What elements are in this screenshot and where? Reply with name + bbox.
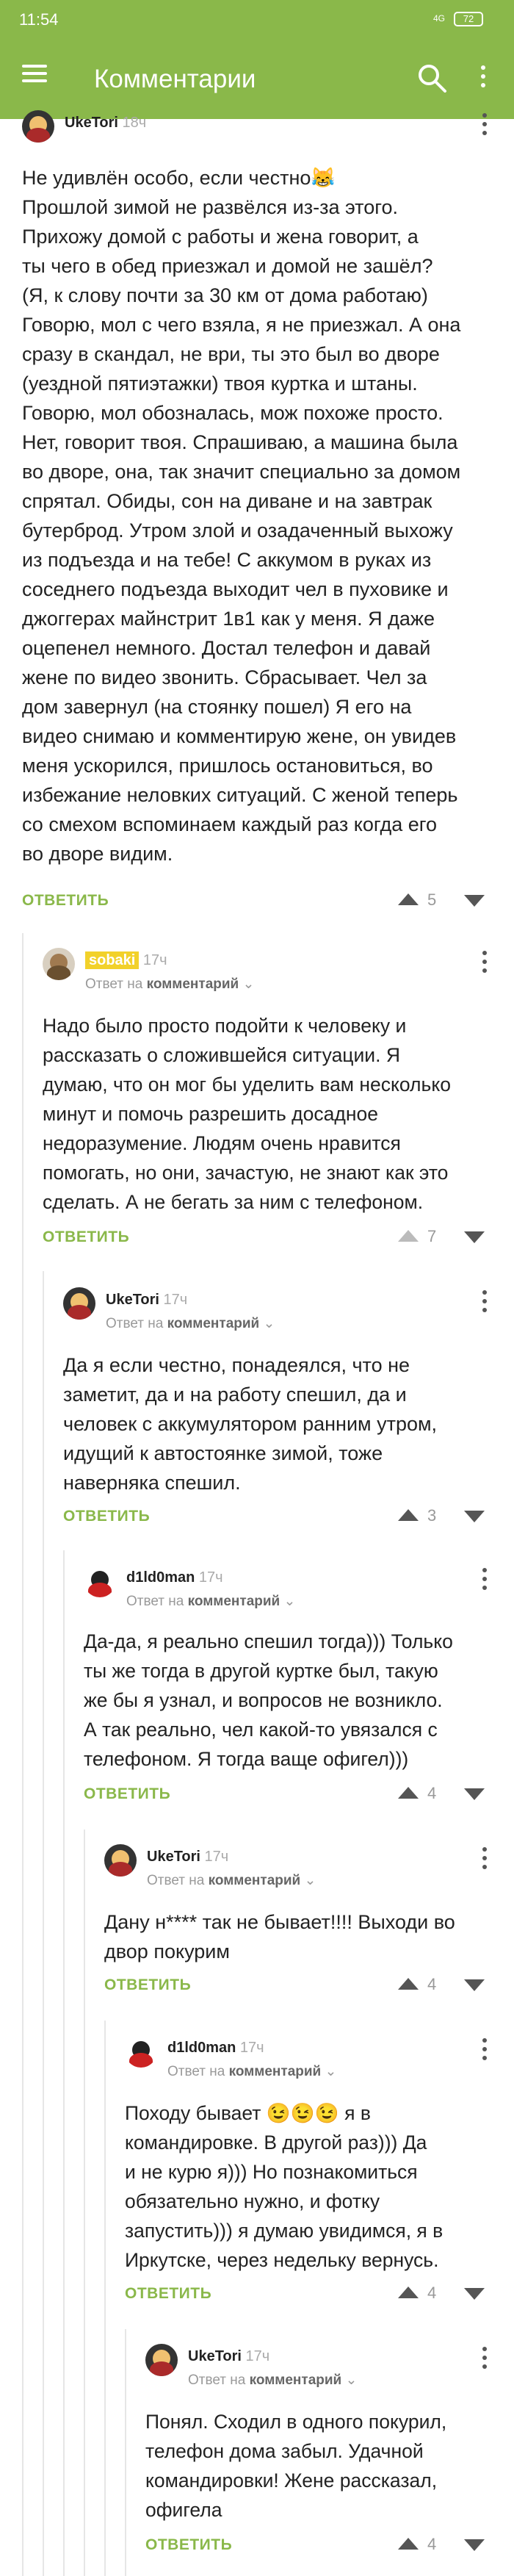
avatar[interactable] [63, 1287, 95, 1320]
comment: UkeTori 18ч Не удивлён особо, если честн… [22, 110, 492, 918]
comment-text: Дану н**** так не бывает!!!! Выходи во д… [104, 1911, 455, 1962]
comment-footer: ОТВЕТИТЬ 4 [84, 1781, 492, 1807]
comment: d1ld0man 17ч Ответ на комментарий ⌄ Да-д… [84, 1565, 492, 1815]
upvote-icon[interactable] [398, 1978, 419, 1990]
downvote-icon[interactable] [464, 2288, 485, 2300]
upvote-icon[interactable] [398, 2538, 419, 2550]
avatar[interactable] [43, 948, 75, 980]
reply-button[interactable]: ОТВЕТИТЬ [43, 1228, 129, 1246]
comment-text: Не удивлён особо, если честно😹 Прошлой з… [22, 167, 461, 865]
menu-icon[interactable] [22, 60, 54, 93]
vote-count: 4 [427, 2284, 437, 2302]
reply-to-label[interactable]: Ответ на комментарий ⌄ [106, 1315, 275, 1332]
downvote-icon[interactable] [464, 895, 485, 907]
comment-header: d1ld0man 17ч Ответ на комментарий ⌄ [84, 1565, 492, 1609]
comment-menu-icon[interactable] [477, 1847, 492, 1874]
comment-menu-icon[interactable] [477, 2347, 492, 2373]
reply-button[interactable]: ОТВЕТИТЬ [125, 2285, 211, 2303]
comment-footer: ОТВЕТИТЬ 4 [145, 2532, 492, 2558]
comment-footer: ОТВЕТИТЬ 3 [63, 1503, 492, 1530]
comment-header: d1ld0man 17ч Ответ на комментарий ⌄ [125, 2035, 492, 2079]
author-name[interactable]: sobaki 17ч [85, 951, 167, 969]
comment-header: UkeTori 17ч Ответ на комментарий ⌄ [145, 2344, 492, 2388]
vote-count: 4 [427, 2535, 437, 2553]
comment-menu-icon[interactable] [477, 951, 492, 977]
comment-text: Да я если честно, понадеялся, что не зам… [63, 1354, 438, 1494]
author-name[interactable]: UkeTori 17ч [147, 1849, 228, 1866]
comment-menu-icon[interactable] [477, 1290, 492, 1317]
comment-footer: ОТВЕТИТЬ 4 [125, 2281, 492, 2307]
reply-button[interactable]: ОТВЕТИТЬ [22, 892, 109, 910]
author-name[interactable]: d1ld0man 17ч [167, 2040, 264, 2057]
upvote-icon[interactable] [398, 1509, 419, 1521]
reply-to-label[interactable]: Ответ на комментарий ⌄ [85, 976, 254, 993]
upvote-icon[interactable] [398, 893, 419, 905]
avatar[interactable] [84, 1565, 116, 1597]
reply-button[interactable]: ОТВЕТИТЬ [63, 1508, 150, 1525]
comment-footer: ОТВЕТИТЬ 5 [22, 888, 492, 914]
avatar[interactable] [104, 1844, 137, 1877]
status-bar: 11:54 4G 72 [0, 0, 514, 37]
reply-to-label[interactable]: Ответ на комментарий ⌄ [167, 2063, 336, 2080]
comment-text: Да-да, я реально спешил тогда))) Только … [84, 1630, 453, 1770]
thread-line [125, 2329, 126, 2576]
comment-footer: ОТВЕТИТЬ 7 [43, 1224, 492, 1251]
reply-to-label[interactable]: Ответ на комментарий ⌄ [188, 2372, 357, 2389]
comment-menu-icon[interactable] [477, 2038, 492, 2065]
avatar[interactable] [125, 2035, 157, 2068]
reply-button[interactable]: ОТВЕТИТЬ [104, 1976, 191, 1994]
upvote-icon[interactable] [398, 1230, 419, 1242]
vote-count: 5 [427, 891, 437, 909]
comment: d1ld0man 17ч Ответ на комментарий ⌄ Похо… [125, 2035, 492, 2314]
reply-to-label[interactable]: Ответ на комментарий ⌄ [126, 1593, 295, 1610]
thread-line [104, 2021, 106, 2576]
downvote-icon[interactable] [464, 1979, 485, 1991]
comment-header: UkeTori 18ч [22, 110, 492, 154]
thread-line [84, 1830, 85, 2576]
reply-button[interactable]: ОТВЕТИТЬ [84, 1785, 170, 1803]
app-bar: Комментарии [0, 37, 514, 119]
search-icon[interactable] [416, 62, 448, 94]
overflow-menu-icon[interactable] [474, 63, 492, 93]
vote-count: 4 [427, 1784, 437, 1802]
vote-count: 7 [427, 1227, 437, 1245]
upvote-icon[interactable] [398, 1787, 419, 1799]
comment-menu-icon[interactable] [477, 113, 492, 140]
downvote-icon[interactable] [464, 1511, 485, 1522]
comment-text: Походу бывает 😉😉😉 я в командировке. В др… [125, 2102, 444, 2271]
comment-text: Надо было просто подойти к человеку и ра… [43, 1015, 451, 1213]
comment-text: Понял. Сходил в одного покурил, телефон … [145, 2411, 447, 2521]
status-time: 11:54 [19, 10, 59, 29]
page-title: Комментарии [94, 65, 256, 93]
avatar[interactable] [22, 110, 54, 143]
author-name[interactable]: UkeTori 17ч [106, 1292, 187, 1309]
thread-line [43, 1271, 44, 2576]
vote-count: 3 [427, 1506, 437, 1525]
comment-header: UkeTori 17ч Ответ на комментарий ⌄ [104, 1844, 492, 1888]
avatar[interactable] [145, 2344, 178, 2376]
comment-menu-icon[interactable] [477, 1568, 492, 1594]
author-name[interactable]: UkeTori 18ч [65, 115, 146, 132]
upvote-icon[interactable] [398, 2287, 419, 2298]
downvote-icon[interactable] [464, 1788, 485, 1800]
thread-line [22, 933, 23, 2576]
author-name[interactable]: d1ld0man 17ч [126, 1569, 223, 1586]
network-indicator: 4G [433, 13, 446, 24]
comment: UkeTori 17ч Ответ на комментарий ⌄ Понял… [145, 2344, 492, 2572]
comment: sobaki 17ч Ответ на комментарий ⌄ Надо б… [43, 948, 492, 1256]
vote-count: 4 [427, 1975, 437, 1993]
downvote-icon[interactable] [464, 2539, 485, 2551]
comment-header: UkeTori 17ч Ответ на комментарий ⌄ [63, 1287, 492, 1331]
thread-line [63, 1550, 65, 2576]
reply-button[interactable]: ОТВЕТИТЬ [145, 2536, 232, 2554]
reply-to-label[interactable]: Ответ на комментарий ⌄ [147, 1872, 316, 1889]
downvote-icon[interactable] [464, 1231, 485, 1243]
comment: UkeTori 17ч Ответ на комментарий ⌄ Дану … [104, 1844, 492, 2006]
battery-icon: 72 [454, 12, 483, 26]
comment-header: sobaki 17ч Ответ на комментарий ⌄ [43, 948, 492, 992]
comment: UkeTori 17ч Ответ на комментарий ⌄ Да я … [63, 1287, 492, 1537]
author-name[interactable]: UkeTori 17ч [188, 2348, 269, 2365]
comment-footer: ОТВЕТИТЬ 4 [104, 1972, 492, 1998]
